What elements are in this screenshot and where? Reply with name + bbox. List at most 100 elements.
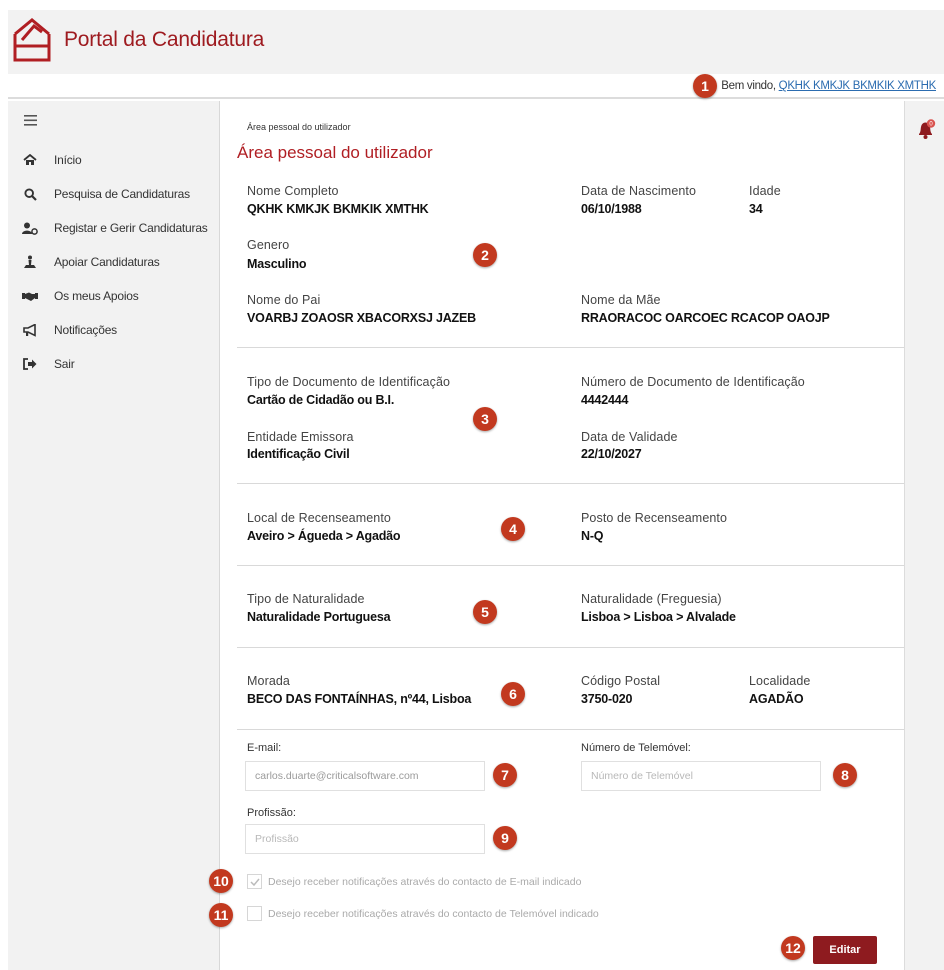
notify-phone-label: Desejo receber notificações através do c…	[268, 907, 599, 920]
sidebar-item-label: Sair	[54, 357, 75, 371]
welcome-bar: Bem vindo, QKHK KMKJK BKMKIK XMTHK	[8, 74, 944, 99]
value-data-nascimento: 06/10/1988	[581, 202, 642, 216]
label-posto-recenseamento: Posto de Recenseamento	[581, 511, 728, 525]
annotation-marker: 11	[209, 903, 233, 927]
welcome-text: Bem vindo, QKHK KMKJK BKMKIK XMTHK	[721, 80, 936, 92]
annotation-marker: 2	[473, 243, 497, 267]
welcome-prefix: Bem vindo,	[721, 80, 776, 92]
handshake-icon	[20, 289, 40, 303]
brand-name: Portal da Candidatura	[64, 28, 265, 51]
annotation-marker: 1	[693, 74, 717, 98]
section-divider	[237, 565, 904, 566]
value-posto-recenseamento: N-Q	[581, 529, 604, 543]
sidebar-item-label: Notificações	[54, 323, 117, 337]
annotation-marker: 5	[473, 600, 497, 624]
label-data-validade: Data de Validade	[581, 430, 678, 444]
breadcrumb: Área pessoal do utilizador	[247, 122, 351, 132]
user-gear-icon	[20, 221, 40, 235]
value-localidade: AGADÃO	[749, 692, 804, 706]
value-morada: BECO DAS FONTAÍNHAS, nº44, Lisboa	[247, 692, 472, 706]
job-field[interactable]	[245, 824, 485, 854]
notify-email-row[interactable]: Desejo receber notificações através do c…	[247, 874, 581, 889]
label-idade: Idade	[749, 184, 781, 198]
label-genero: Genero	[247, 238, 290, 252]
label-local-recenseamento: Local de Recenseamento	[247, 511, 391, 525]
value-nome-mae: RRAORACOC OARCOEC RCACOP OAOJP	[581, 311, 830, 325]
sidebar-item-apoios[interactable]: Os meus Apoios	[20, 285, 216, 307]
value-data-validade: 22/10/2027	[581, 447, 642, 461]
edit-button[interactable]: Editar	[813, 936, 877, 964]
sidebar-item-apoiar[interactable]: Apoiar Candidaturas	[20, 251, 216, 273]
label-nome-mae: Nome da Mãe	[581, 293, 661, 307]
label-nome-completo: Nome Completo	[247, 184, 339, 198]
annotation-marker: 12	[781, 936, 805, 960]
hamburger-icon[interactable]	[24, 115, 37, 126]
ballot-box-icon	[13, 18, 51, 62]
annotation-marker: 10	[209, 869, 233, 893]
sidebar-item-notificacoes[interactable]: Notificações	[20, 319, 216, 341]
user-profile-link[interactable]: QKHK KMKJK BKMKIK XMTHK	[779, 80, 937, 92]
notify-email-checkbox[interactable]	[247, 874, 262, 889]
label-naturalidade-freguesia: Naturalidade (Freguesia)	[581, 592, 722, 606]
sidebar-item-sair[interactable]: Sair	[20, 353, 216, 375]
value-idade: 34	[749, 202, 763, 216]
section-divider	[237, 647, 904, 648]
main-content: Área pessoal do utilizador Área pessoal …	[221, 101, 904, 970]
value-tipo-naturalidade: Naturalidade Portuguesa	[247, 610, 391, 624]
sign-out-icon	[20, 357, 40, 371]
value-naturalidade-freguesia: Lisboa > Lisboa > Alvalade	[581, 610, 736, 624]
right-toolbar: 0	[904, 101, 944, 970]
annotation-marker: 6	[501, 682, 525, 706]
sidebar-item-label: Registar e Gerir Candidaturas	[54, 221, 208, 235]
sidebar-item-label: Apoiar Candidaturas	[54, 255, 160, 269]
value-local-recenseamento: Aveiro > Águeda > Agadão	[247, 529, 401, 543]
sidebar-item-label: Início	[54, 153, 82, 167]
label-codigo-postal: Código Postal	[581, 674, 661, 688]
notify-email-label: Desejo receber notificações através do c…	[268, 875, 582, 888]
value-numero-documento: 4442444	[581, 393, 629, 407]
sidebar-item-registar[interactable]: Registar e Gerir Candidaturas	[20, 217, 216, 239]
bell-icon[interactable]: 0	[916, 119, 936, 141]
phone-label: Número de Telemóvel:	[581, 742, 691, 754]
value-codigo-postal: 3750-020	[581, 692, 633, 706]
annotation-marker: 8	[833, 763, 857, 787]
value-nome-completo: QKHK KMKJK BKMKIK XMTHK	[247, 202, 429, 216]
section-divider	[237, 347, 904, 348]
label-morada: Morada	[247, 674, 290, 688]
value-entidade-emissora: Identificação Civil	[247, 447, 350, 461]
sidebar-item-label: Os meus Apoios	[54, 289, 139, 303]
person-vote-icon	[20, 255, 40, 269]
app-header: Portal da Candidatura	[8, 10, 944, 74]
email-field[interactable]	[245, 761, 485, 791]
label-tipo-naturalidade: Tipo de Naturalidade	[247, 592, 365, 606]
megaphone-icon	[20, 323, 40, 337]
annotation-marker: 7	[493, 763, 517, 787]
sidebar-item-label: Pesquisa de Candidaturas	[54, 187, 190, 201]
checkmark-icon	[249, 878, 260, 886]
phone-field[interactable]	[581, 761, 821, 791]
section-divider	[237, 729, 904, 730]
page-title: Área pessoal do utilizador	[237, 143, 433, 162]
value-genero: Masculino	[247, 257, 307, 271]
label-data-nascimento: Data de Nascimento	[581, 184, 697, 198]
label-entidade-emissora: Entidade Emissora	[247, 430, 354, 444]
search-icon	[20, 187, 40, 201]
notify-phone-row[interactable]: Desejo receber notificações através do c…	[247, 906, 599, 921]
sidebar-item-inicio[interactable]: Início	[20, 149, 216, 171]
label-nome-pai: Nome do Pai	[247, 293, 321, 307]
label-localidade: Localidade	[749, 674, 811, 688]
sidebar: Início Pesquisa de Candidaturas Registar…	[8, 101, 220, 970]
sidebar-item-pesquisa[interactable]: Pesquisa de Candidaturas	[20, 183, 216, 205]
section-divider	[237, 483, 904, 484]
label-tipo-documento: Tipo de Documento de Identificação	[247, 375, 451, 389]
annotation-marker: 3	[473, 407, 497, 431]
value-tipo-documento: Cartão de Cidadão ou B.I.	[247, 393, 395, 407]
label-numero-documento: Número de Documento de Identificação	[581, 375, 805, 389]
job-label: Profissão:	[247, 807, 296, 819]
annotation-marker: 4	[501, 517, 525, 541]
email-label: E-mail:	[247, 742, 282, 754]
home-icon	[20, 153, 40, 167]
value-nome-pai: VOARBJ ZOAOSR XBACORXSJ JAZEB	[247, 311, 476, 325]
notify-phone-checkbox[interactable]	[247, 906, 262, 921]
annotation-marker: 9	[493, 826, 517, 850]
